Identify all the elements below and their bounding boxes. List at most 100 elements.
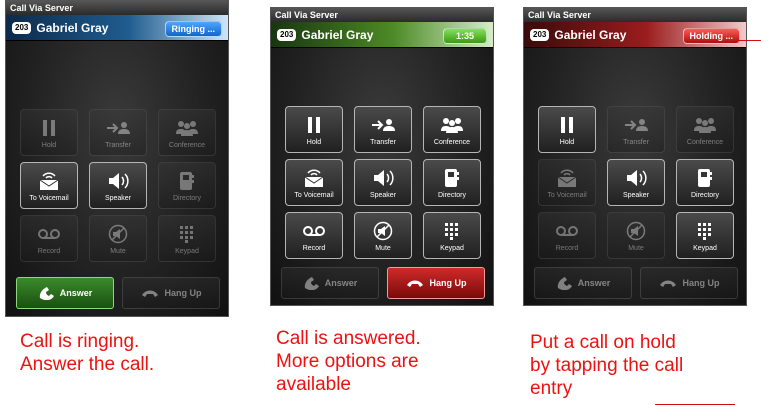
- mute-button[interactable]: Mute: [354, 212, 412, 259]
- keypad-button[interactable]: Keypad: [158, 215, 216, 262]
- voicemail-label: To Voicemail: [29, 194, 69, 202]
- keypad-icon: [444, 220, 460, 242]
- conference-label: Conference: [686, 138, 724, 146]
- mute-label: Mute: [375, 244, 391, 252]
- caller-name: Gabriel Gray: [301, 27, 374, 42]
- call-controls-grid: Hold Transfer Conference To Voicemail Sp…: [538, 106, 734, 259]
- answer-label: Answer: [59, 288, 93, 298]
- call-controls-grid: Hold Transfer Conference To Voicemail Sp…: [20, 109, 216, 262]
- handset-icon: [38, 286, 54, 300]
- transfer-label: Transfer: [105, 141, 131, 149]
- transfer-button[interactable]: Transfer: [607, 106, 665, 153]
- window-title: Call Via Server: [524, 8, 746, 22]
- record-button[interactable]: Record: [20, 215, 78, 262]
- keypad-button[interactable]: Keypad: [676, 212, 734, 259]
- hang-up-button[interactable]: Hang Up: [387, 267, 485, 299]
- call-status-badge: Ringing ...: [164, 21, 222, 37]
- voicemail-label: To Voicemail: [294, 191, 334, 199]
- caller-name: Gabriel Gray: [36, 20, 109, 35]
- caption-line: entry: [530, 378, 573, 399]
- call-status-badge: Holding ...: [682, 28, 740, 44]
- transfer-label: Transfer: [623, 138, 649, 146]
- caption-line: available: [276, 374, 351, 395]
- conference-label: Conference: [433, 138, 471, 146]
- answer-button[interactable]: Answer: [16, 277, 114, 309]
- hold-button[interactable]: Hold: [20, 109, 78, 156]
- caller-name: Gabriel Gray: [554, 27, 627, 42]
- transfer-label: Transfer: [370, 138, 396, 146]
- callout-line: [737, 40, 761, 41]
- call-entry[interactable]: 203 Gabriel Gray 1:35: [271, 22, 493, 48]
- hold-button[interactable]: Hold: [538, 106, 596, 153]
- handset-icon: [303, 276, 319, 290]
- caption-line: Call is ringing.: [20, 331, 140, 352]
- speaker-button[interactable]: Speaker: [354, 159, 412, 206]
- hang-up-icon: [141, 288, 159, 298]
- speaker-button[interactable]: Speaker: [89, 162, 147, 209]
- hold-label: Hold: [41, 141, 57, 149]
- transfer-button[interactable]: Transfer: [354, 106, 412, 153]
- to-voicemail-button[interactable]: To Voicemail: [285, 159, 343, 206]
- mute-icon: [373, 220, 393, 242]
- record-label: Record: [555, 244, 579, 252]
- call-screen-ringing: Call Via Server 203 Gabriel Gray Ringing…: [5, 0, 229, 317]
- caption-line: Call is answered.: [276, 328, 421, 349]
- call-screen-answered: Call Via Server 203 Gabriel Gray 1:35 Ho…: [270, 7, 494, 306]
- caption-line: Answer the call.: [20, 354, 155, 375]
- voicemail-envelope-icon: [556, 167, 578, 189]
- transfer-button[interactable]: Transfer: [89, 109, 147, 156]
- speaker-label: Speaker: [622, 191, 650, 199]
- directory-button[interactable]: Directory: [158, 162, 216, 209]
- hold-button[interactable]: Hold: [285, 106, 343, 153]
- directory-button[interactable]: Directory: [676, 159, 734, 206]
- speaker-icon: [107, 170, 129, 192]
- hang-up-icon: [659, 278, 677, 288]
- voicemail-envelope-icon: [38, 170, 60, 192]
- answer-label: Answer: [324, 278, 358, 288]
- conference-button[interactable]: Conference: [158, 109, 216, 156]
- mute-button[interactable]: Mute: [607, 212, 665, 259]
- record-label: Record: [302, 244, 326, 252]
- call-entry[interactable]: 203 Gabriel Gray Holding ...: [524, 22, 746, 48]
- extension-badge: 203: [12, 21, 32, 34]
- transfer-icon: [371, 114, 395, 136]
- speaker-button[interactable]: Speaker: [607, 159, 665, 206]
- hang-up-button[interactable]: Hang Up: [640, 267, 738, 299]
- conference-button[interactable]: Conference: [423, 106, 481, 153]
- hang-up-label: Hang Up: [164, 288, 202, 298]
- keypad-icon: [697, 220, 713, 242]
- answer-button[interactable]: Answer: [534, 267, 632, 299]
- to-voicemail-button[interactable]: To Voicemail: [538, 159, 596, 206]
- to-voicemail-button[interactable]: To Voicemail: [20, 162, 78, 209]
- conference-button[interactable]: Conference: [676, 106, 734, 153]
- mute-label: Mute: [110, 247, 126, 255]
- mute-icon: [626, 220, 646, 242]
- caption-ringing: Call is ringing. Answer the call.: [20, 330, 240, 376]
- caption-answered: Call is answered. More options are avail…: [276, 327, 496, 396]
- extension-badge: 203: [277, 28, 297, 41]
- tape-icon: [556, 220, 578, 242]
- hang-up-label: Hang Up: [429, 278, 467, 288]
- answer-button[interactable]: Answer: [281, 267, 379, 299]
- mute-button[interactable]: Mute: [89, 215, 147, 262]
- hang-up-label: Hang Up: [682, 278, 720, 288]
- call-screen-holding: Call Via Server 203 Gabriel Gray Holding…: [523, 7, 747, 306]
- callout-line: [655, 404, 735, 405]
- keypad-icon: [179, 223, 195, 245]
- record-button[interactable]: Record: [285, 212, 343, 259]
- transfer-icon: [624, 114, 648, 136]
- call-entry[interactable]: 203 Gabriel Gray Ringing ...: [6, 15, 228, 41]
- window-title: Call Via Server: [271, 8, 493, 22]
- call-timer-badge: 1:35: [442, 28, 487, 44]
- group-icon: [693, 114, 717, 136]
- voicemail-label: To Voicemail: [547, 191, 587, 199]
- record-button[interactable]: Record: [538, 212, 596, 259]
- directory-button[interactable]: Directory: [423, 159, 481, 206]
- keypad-label: Keypad: [440, 244, 464, 252]
- directory-icon: [179, 170, 195, 192]
- voicemail-envelope-icon: [303, 167, 325, 189]
- directory-icon: [697, 167, 713, 189]
- answer-label: Answer: [577, 278, 611, 288]
- hang-up-button[interactable]: Hang Up: [122, 277, 220, 309]
- keypad-button[interactable]: Keypad: [423, 212, 481, 259]
